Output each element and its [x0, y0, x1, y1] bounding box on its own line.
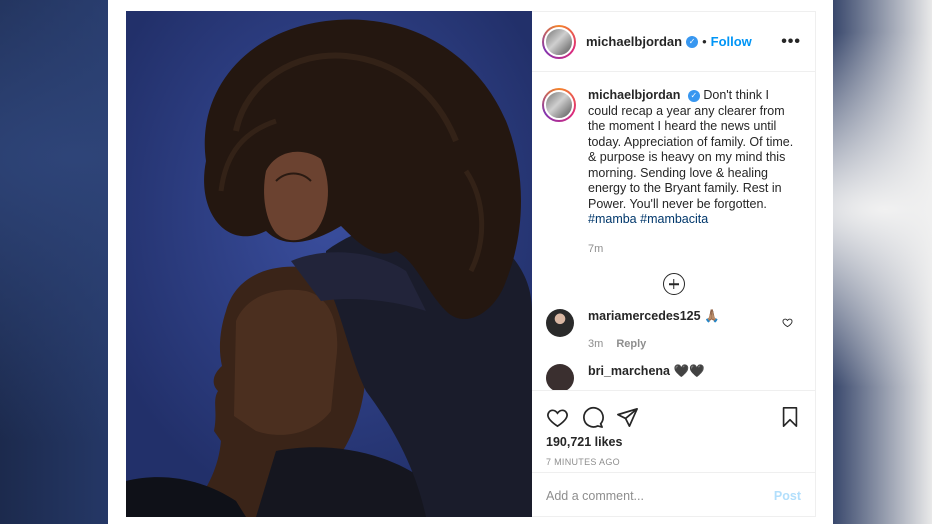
comment-icon[interactable]	[581, 406, 604, 429]
caption-timestamp[interactable]: 7m	[588, 242, 801, 258]
post-caption: michaelbjordan ✓ Don't think I could rec…	[532, 72, 815, 257]
comment-time: 3m	[588, 338, 604, 350]
post-time-ago[interactable]: 7 MINUTES AGO	[532, 449, 815, 467]
author-username[interactable]: michaelbjordan	[586, 34, 682, 49]
commenter-avatar[interactable]	[546, 309, 574, 337]
caption-verified-badge-icon: ✓	[687, 89, 700, 102]
post-comment-button[interactable]: Post	[774, 489, 801, 503]
add-comment-bar: Post	[532, 472, 815, 518]
follow-button[interactable]: Follow	[711, 34, 752, 49]
action-icons-row	[532, 391, 815, 433]
caption-body: michaelbjordan ✓ Don't think I could rec…	[588, 88, 801, 257]
heart-icon[interactable]	[546, 406, 569, 429]
caption-username[interactable]: michaelbjordan	[588, 88, 680, 102]
comment-text: 🙏🏽	[704, 309, 720, 323]
plus-circle-icon[interactable]	[662, 273, 685, 295]
comment-like-heart-icon[interactable]	[782, 315, 793, 333]
likes-count[interactable]: 190,721 likes	[532, 433, 815, 449]
commenter-username[interactable]: bri_marchena	[588, 364, 670, 378]
comment-item: bri_marchena 🖤🖤	[532, 350, 815, 390]
post-photo[interactable]	[126, 11, 532, 517]
comment-input[interactable]	[546, 488, 774, 503]
post-side-panel: michaelbjordan ✓ • Follow ••• michaelbjo…	[532, 11, 816, 517]
comment-body: bri_marchena 🖤🖤	[588, 364, 705, 390]
bookmark-icon[interactable]	[779, 406, 801, 428]
comment-body: mariamercedes125 🙏🏽 3m Reply	[588, 309, 720, 350]
caption-author-avatar[interactable]	[542, 88, 576, 122]
hashtag-link[interactable]: #mamba	[588, 212, 637, 226]
more-options-icon[interactable]: •••	[781, 33, 801, 51]
post-actions: 190,721 likes 7 MINUTES AGO Post	[532, 390, 815, 518]
comment-meta: 3m Reply	[588, 338, 720, 350]
hashtag-link[interactable]: #mambacita	[640, 212, 708, 226]
commenter-username[interactable]: mariamercedes125	[588, 309, 701, 323]
post-header: michaelbjordan ✓ • Follow •••	[532, 12, 815, 72]
photo-illustration	[126, 11, 532, 517]
reply-button[interactable]: Reply	[616, 338, 646, 350]
comments-scroll-area[interactable]: michaelbjordan ✓ Don't think I could rec…	[532, 72, 815, 390]
caption-text: Don't think I could recap a year any cle…	[588, 88, 794, 211]
commenter-avatar[interactable]	[546, 364, 574, 390]
author-avatar[interactable]	[542, 24, 576, 59]
header-separator: •	[702, 34, 707, 49]
paper-plane-icon[interactable]	[616, 406, 639, 429]
verified-badge-icon: ✓	[686, 35, 699, 48]
comment-text: 🖤🖤	[673, 364, 705, 378]
comment-item: mariamercedes125 🙏🏽 3m Reply	[532, 295, 815, 350]
